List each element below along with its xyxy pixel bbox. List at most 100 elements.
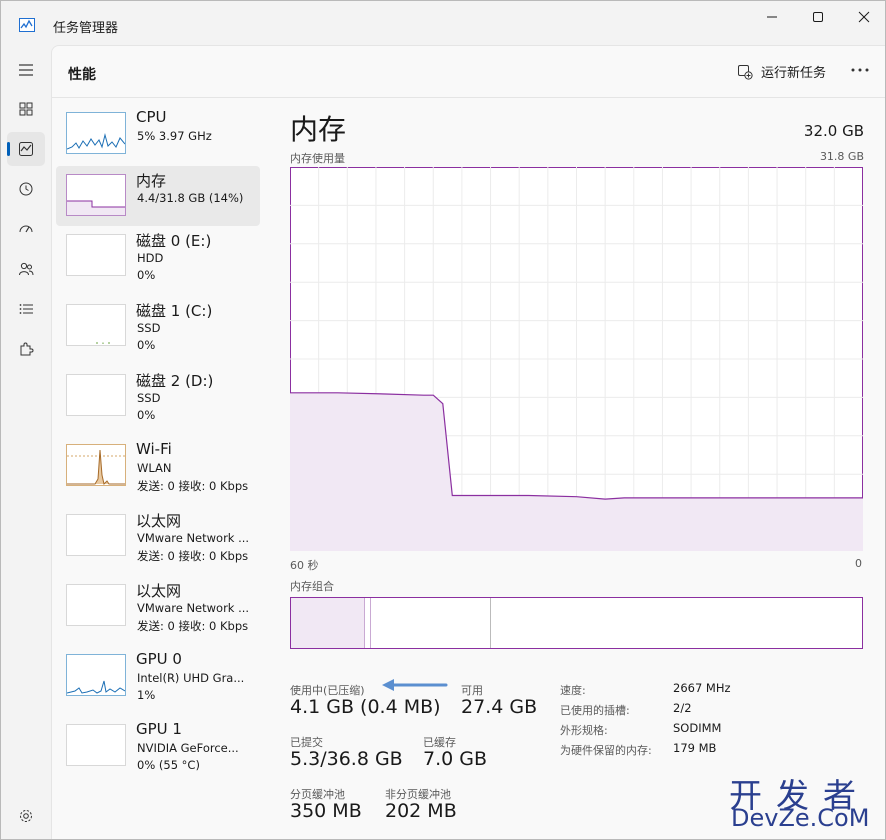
minimize-icon <box>767 16 777 18</box>
usage-graph-max: 31.8 GB <box>819 150 864 163</box>
device-name: Wi-Fi <box>136 440 172 458</box>
cpu-sparkline <box>66 133 126 150</box>
in-use-value: 4.1 GB (0.4 MB) <box>290 696 441 718</box>
hardware-reserved-value: 179 MB <box>673 741 717 755</box>
device-throughput: 发送: 0 接收: 0 Kbps <box>137 619 249 633</box>
device-detail: 4.4/31.8 GB (14%) <box>137 191 244 205</box>
hamburger-menu-button[interactable] <box>7 53 45 87</box>
performance-chart-icon <box>19 142 33 156</box>
form-factor-value: SODIMM <box>673 721 722 735</box>
device-usage: 0% (55 °C) <box>137 758 200 772</box>
device-name: 磁盘 0 (E:) <box>136 232 212 250</box>
device-wifi[interactable]: Wi-Fi WLAN 发送: 0 接收: 0 Kbps <box>56 436 260 496</box>
hamburger-icon <box>19 64 33 76</box>
memory-composition-bar <box>290 597 863 649</box>
nav-details[interactable] <box>7 292 45 326</box>
device-detail: HDD <box>137 251 164 265</box>
task-manager-window: 任务管理器 性能 运行新任务 CPU 5% 3.97 GHz 内存 4.4/31… <box>0 0 886 840</box>
nav-users[interactable] <box>7 252 45 286</box>
graph-axis-start: 60 秒 <box>290 559 319 572</box>
close-icon <box>858 11 870 23</box>
disk-thumbnail <box>66 374 126 416</box>
nav-app-history[interactable] <box>7 172 45 206</box>
nonpaged-pool-value: 202 MB <box>385 800 457 822</box>
composition-label: 内存组合 <box>290 580 334 593</box>
device-usage: 0% <box>137 408 156 422</box>
speed-label: 速度: <box>560 684 586 697</box>
services-puzzle-icon <box>20 342 34 356</box>
speed-value: 2667 MHz <box>673 681 731 695</box>
device-detail: SSD <box>137 391 161 405</box>
device-detail: WLAN <box>137 461 172 475</box>
page-title: 性能 <box>68 67 96 83</box>
run-task-icon <box>738 64 753 80</box>
page-header: 性能 运行新任务 <box>52 46 885 98</box>
composition-standby <box>371 598 491 648</box>
processes-grid-icon <box>19 102 33 116</box>
device-name: GPU 1 <box>136 720 182 738</box>
nav-startup-apps[interactable] <box>7 212 45 246</box>
committed-value: 5.3/36.8 GB <box>290 748 403 770</box>
device-disk-0[interactable]: 磁盘 0 (E:) HDD 0% <box>56 226 260 286</box>
device-throughput: 发送: 0 接收: 0 Kbps <box>137 479 249 493</box>
history-clock-icon <box>19 182 33 196</box>
nav-settings[interactable] <box>7 799 45 833</box>
startup-gauge-icon <box>19 225 33 233</box>
slots-value: 2/2 <box>673 701 692 715</box>
device-detail: SSD <box>137 321 161 335</box>
device-gpu-0[interactable]: GPU 0 Intel(R) UHD Gra... 1% <box>56 646 260 706</box>
device-name: 以太网 <box>136 512 182 530</box>
device-name: GPU 0 <box>136 650 182 668</box>
more-options-button[interactable] <box>848 58 872 82</box>
details-list-icon <box>19 304 33 314</box>
cached-value: 7.0 GB <box>423 748 488 770</box>
device-disk-2[interactable]: 磁盘 2 (D:) SSD 0% <box>56 366 260 426</box>
maximize-button[interactable] <box>795 1 841 33</box>
maximize-icon <box>813 12 823 22</box>
device-disk-1[interactable]: 磁盘 1 (C:) SSD 0% <box>56 296 260 356</box>
device-throughput: 发送: 0 接收: 0 Kbps <box>137 549 249 563</box>
run-task-label: 运行新任务 <box>761 66 827 81</box>
device-cpu[interactable]: CPU 5% 3.97 GHz <box>56 104 260 164</box>
paged-pool-value: 350 MB <box>290 800 362 822</box>
device-name: 以太网 <box>136 582 182 600</box>
device-memory[interactable]: 内存 4.4/31.8 GB (14%) <box>56 166 260 226</box>
ethernet-thumbnail <box>66 584 126 626</box>
disk-thumbnail <box>66 234 126 276</box>
run-new-task-button[interactable]: 运行新任务 <box>737 62 826 81</box>
nav-services[interactable] <box>7 332 45 366</box>
gpu-thumbnail <box>66 724 126 766</box>
cpu-thumbnail <box>66 112 126 154</box>
device-name: 磁盘 2 (D:) <box>136 372 214 390</box>
disk-thumbnail <box>66 304 126 346</box>
device-ethernet-1[interactable]: 以太网 VMware Network ... 发送: 0 接收: 0 Kbps <box>56 506 260 566</box>
graph-axis-end: 0 <box>855 557 862 570</box>
close-button[interactable] <box>841 1 885 33</box>
device-gpu-1[interactable]: GPU 1 NVIDIA GeForce... 0% (55 °C) <box>56 716 260 776</box>
device-name: 磁盘 1 (C:) <box>136 302 213 320</box>
composition-in-use <box>291 598 365 648</box>
nav-performance[interactable] <box>7 132 45 166</box>
device-usage: 1% <box>137 688 156 702</box>
device-list: CPU 5% 3.97 GHz 内存 4.4/31.8 GB (14%) 磁盘 … <box>52 98 262 839</box>
device-usage: 0% <box>137 338 156 352</box>
task-manager-app-icon <box>19 17 35 32</box>
device-detail: NVIDIA GeForce... <box>137 741 239 755</box>
device-detail: Intel(R) UHD Gra... <box>137 671 245 685</box>
available-value: 27.4 GB <box>461 696 538 718</box>
content-area: 性能 运行新任务 CPU 5% 3.97 GHz 内存 4.4/31.8 GB … <box>51 45 885 839</box>
nav-processes[interactable] <box>7 92 45 126</box>
device-usage: 0% <box>137 268 156 282</box>
watermark-site: DevZe.CoM <box>731 804 870 832</box>
memory-thumbnail <box>66 174 126 216</box>
device-ethernet-2[interactable]: 以太网 VMware Network ... 发送: 0 接收: 0 Kbps <box>56 576 260 636</box>
window-title: 任务管理器 <box>53 21 119 36</box>
memory-sparkline <box>67 200 125 215</box>
device-name: 内存 <box>136 172 167 190</box>
hardware-reserved-label: 为硬件保留的内存: <box>560 744 652 757</box>
usage-graph-label: 内存使用量 <box>290 152 345 165</box>
minimize-button[interactable] <box>749 1 795 33</box>
slots-label: 已使用的插槽: <box>560 704 630 717</box>
gpu-sparkline <box>66 680 126 694</box>
wifi-thumbnail <box>66 444 126 486</box>
